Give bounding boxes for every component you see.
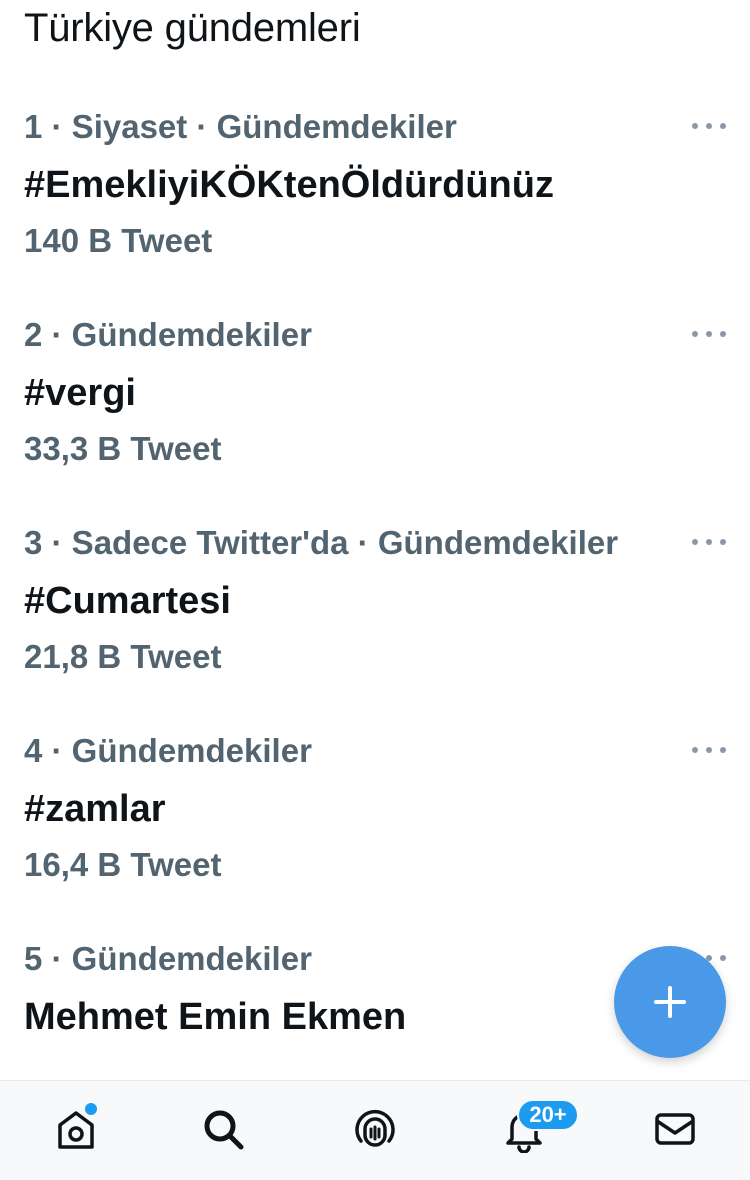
- search-icon: [204, 1110, 244, 1150]
- trend-name: Mehmet Emin Ekmen: [24, 996, 407, 1038]
- trend-name: #vergi: [24, 372, 136, 414]
- section-title: Türkiye gündemleri: [24, 6, 361, 50]
- trend-meta: 5 · Gündemdekiler: [24, 940, 312, 977]
- more-options-icon[interactable]: [692, 328, 726, 340]
- trend-name: #Cumartesi: [24, 580, 231, 622]
- trend-meta: 1 · Siyaset · Gündemdekiler: [24, 108, 457, 145]
- notifications-badge: 20+: [517, 1099, 579, 1131]
- tab-home[interactable]: [46, 1099, 106, 1159]
- trend-name: #zamlar: [24, 788, 166, 830]
- tab-spaces[interactable]: [345, 1099, 405, 1159]
- trend-count: 33,3 B Tweet: [24, 430, 222, 467]
- explore-trends-page: Türkiye gündemleri 1 · Siyaset · Gündemd…: [0, 0, 750, 1180]
- trend-count: 140 B Tweet: [24, 222, 213, 259]
- mail-icon: [655, 1113, 695, 1145]
- trend-meta: 2 · Gündemdekiler: [24, 316, 312, 353]
- trend-name: #EmekliyiKÖKtenÖldürdünüz: [24, 164, 554, 206]
- compose-tweet-button[interactable]: [614, 946, 726, 1058]
- bottom-tab-bar: 20+: [0, 1080, 750, 1180]
- more-options-icon[interactable]: [692, 120, 726, 132]
- trend-count: 21,8 B Tweet: [24, 638, 222, 675]
- tab-messages[interactable]: [645, 1099, 705, 1159]
- new-content-dot: [85, 1103, 97, 1115]
- trend-count: 16,4 B Tweet: [24, 846, 222, 883]
- trend-meta: 3 · Sadece Twitter'da · Gündemdekiler: [24, 524, 619, 561]
- spaces-icon: [355, 1110, 395, 1147]
- more-options-icon[interactable]: [692, 744, 726, 756]
- more-options-icon[interactable]: [692, 536, 726, 548]
- tab-search[interactable]: [193, 1099, 253, 1159]
- trend-meta: 4 · Gündemdekiler: [24, 732, 312, 769]
- plus-icon: [654, 986, 686, 1018]
